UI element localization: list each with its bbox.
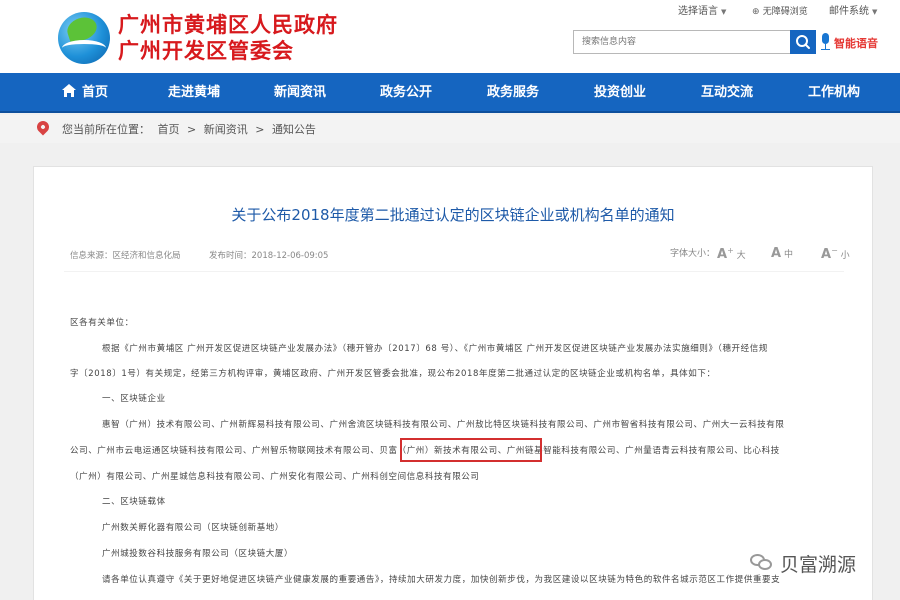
mail-system-label: 邮件系统 [829,6,869,17]
article-line: 二、区块链载体 [102,497,166,507]
nav-item-about-huangpu[interactable]: 走进黄埔 [168,73,220,113]
accessible-browse-link[interactable]: ⊕ 无障碍浏览 [752,4,808,20]
mail-system-link[interactable]: 邮件系统 ▼ [829,4,877,20]
article-line: 广州数关孵化器有限公司（区块链创新基地） [102,523,285,533]
nav-item-gov-services[interactable]: 政务服务 [487,73,539,113]
article-source: 信息来源：区经济和信息化局 [70,251,181,261]
highlight-annotation-box [400,438,542,462]
font-size-small-icon: A [821,247,832,262]
article-line: 一、区块链企业 [102,394,166,404]
article-line: 字〔2018〕1号）有关规定，经第三方机构评审，黄埔区政府、广州开发区管委会批准… [70,369,716,379]
meta-divider [64,271,844,272]
font-size-medium-label: 中 [783,250,793,260]
breadcrumb: 您当前所在位置： 首页 > 新闻资讯 > 通知公告 [62,121,320,137]
article-line: （广州）有限公司、广州星城信息科技有限公司、广州安化有限公司、广州科创空间信息科… [70,472,480,482]
font-size-small-label: 小 [840,251,850,261]
nav-item-news[interactable]: 新闻资讯 [274,73,326,113]
font-size-large-button[interactable]: A+ 大 [717,246,746,262]
font-size-medium-icon: A [771,246,782,261]
language-select[interactable]: 选择语言 ▼ [678,4,726,20]
site-logo-text[interactable]: 广州市黄埔区人民政府 广州开发区管委会 [118,12,358,64]
watermark: 贝富溯源 [750,548,870,578]
font-size-small-button[interactable]: A− 小 [821,246,850,262]
article-line: 广州城投数谷科技服务有限公司（区块链大厦） [102,549,294,559]
voice-search-link[interactable]: 智能语音 [834,35,878,51]
accessible-browse-label: 无障碍浏览 [762,7,808,17]
home-icon [62,84,76,97]
article-date: 发布时间：2018-12-06-09:05 [209,251,329,261]
font-plus-icon: + [727,246,734,255]
article-line: 请各单位认真遵守《关于更好地促进区块链产业健康发展的重要通告》，持续加大研发力度… [102,575,781,585]
breadcrumb-bar: 您当前所在位置： 首页 > 新闻资讯 > 通知公告 [0,115,900,143]
chevron-down-icon: ▼ [721,8,727,16]
nav-item-gov-affairs[interactable]: 政务公开 [380,73,432,113]
breadcrumb-home[interactable]: 首页 [158,123,180,136]
article-line: 根据《广州市黄埔区 广州开发区促进区块链产业发展办法》（穗开管办〔2017〕68… [102,344,768,354]
government-logo-icon[interactable] [58,12,110,64]
wechat-icon [750,554,774,572]
language-select-label: 选择语言 [678,6,718,17]
microphone-icon[interactable] [820,33,830,51]
font-size-large-label: 大 [736,251,746,261]
location-pin-icon [34,118,52,136]
main-nav: 首页 走进黄埔 新闻资讯 政务公开 政务服务 投资创业 互动交流 工作机构 [0,73,900,113]
accessibility-icon: ⊕ [752,7,760,17]
article-title: 关于公布2018年度第二批通过认定的区块链企业或机构名单的通知 [231,206,675,224]
site-header: 广州市黄埔区人民政府 广州开发区管委会 选择语言 ▼ ⊕ 无障碍浏览 邮件系统 ▼ … [0,0,900,73]
font-size-label: 字体大小： [670,249,716,259]
breadcrumb-label: 您当前所在位置： [62,123,150,136]
search-box [573,30,816,54]
search-button[interactable] [790,30,816,54]
font-size-large-icon: A [717,247,728,262]
logo-line-2: 广州开发区管委会 [118,38,294,63]
font-minus-icon: − [831,246,838,255]
article-line: 惠智（广州）技术有限公司、广州新辉易科技有限公司、广州舍流区块链科技有限公司、广… [102,420,785,430]
search-input[interactable] [574,31,792,53]
article-line: 区各有关单位： [70,318,134,328]
chevron-down-icon: ▼ [872,8,878,16]
nav-item-departments[interactable]: 工作机构 [808,73,860,113]
logo-line-1: 广州市黄埔区人民政府 [118,12,338,37]
nav-item-investment[interactable]: 投资创业 [594,73,646,113]
font-size-medium-button[interactable]: A 中 [771,246,793,261]
search-icon [796,35,810,49]
nav-item-label: 首页 [82,85,109,100]
nav-item-home[interactable]: 首页 [62,73,108,113]
watermark-text: 贝富溯源 [780,554,857,576]
article-container: 关于公布2018年度第二批通过认定的区块链企业或机构名单的通知 信息来源：区经济… [33,166,873,600]
breadcrumb-news[interactable]: 新闻资讯 [204,123,248,136]
breadcrumb-separator: > [187,123,197,136]
breadcrumb-separator: > [255,123,265,136]
breadcrumb-notice[interactable]: 通知公告 [272,123,316,136]
nav-item-interaction[interactable]: 互动交流 [701,73,753,113]
